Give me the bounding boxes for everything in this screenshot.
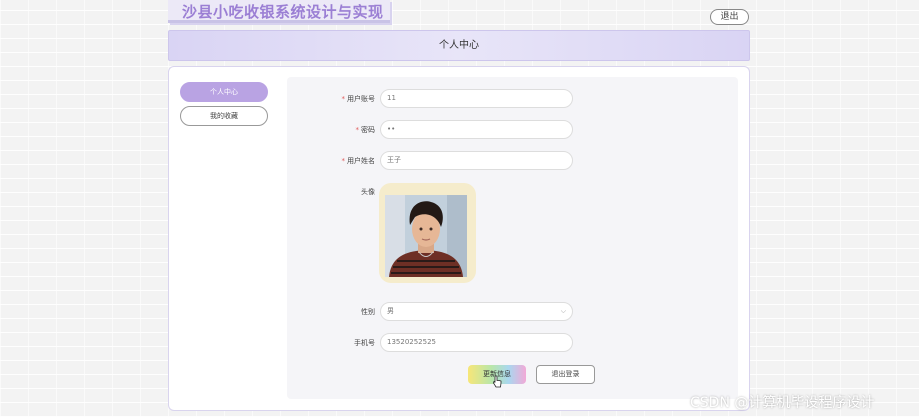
page-header: 个人中心	[168, 30, 750, 61]
username-input[interactable]: 11	[380, 89, 573, 108]
username-label: * 用户账号	[341, 95, 376, 103]
app-title: 沙县小吃收银系统设计与实现	[168, 0, 390, 23]
phone-input[interactable]: 13520252525	[380, 333, 573, 352]
phone-label: 手机号	[354, 339, 375, 347]
password-label: * 密码	[355, 126, 376, 134]
required-mark: *	[355, 126, 360, 134]
gender-select[interactable]: 男 ⌵	[380, 302, 573, 321]
required-mark: *	[341, 157, 346, 165]
name-label: * 用户姓名	[341, 157, 376, 165]
password-input[interactable]: ••	[380, 120, 573, 139]
chevron-down-icon: ⌵	[560, 307, 566, 315]
sidebar-item-favorites[interactable]: 我的收藏	[180, 106, 268, 126]
avatar	[385, 195, 467, 277]
gender-label: 性别	[361, 308, 375, 316]
avatar-label: 头像	[361, 188, 375, 196]
name-input[interactable]: 王子	[380, 151, 573, 170]
page-title: 个人中心	[439, 40, 479, 51]
avatar-upload[interactable]	[379, 183, 476, 283]
logout-account-button[interactable]: 退出登录	[536, 365, 595, 384]
pointer-cursor-icon	[492, 373, 502, 388]
gender-value: 男	[387, 307, 394, 315]
required-mark: *	[341, 95, 346, 103]
logout-button[interactable]: 退出	[710, 9, 749, 25]
sidebar-item-profile[interactable]: 个人中心	[180, 82, 268, 102]
watermark: CSDN @计算机毕设程序设计	[690, 395, 875, 411]
